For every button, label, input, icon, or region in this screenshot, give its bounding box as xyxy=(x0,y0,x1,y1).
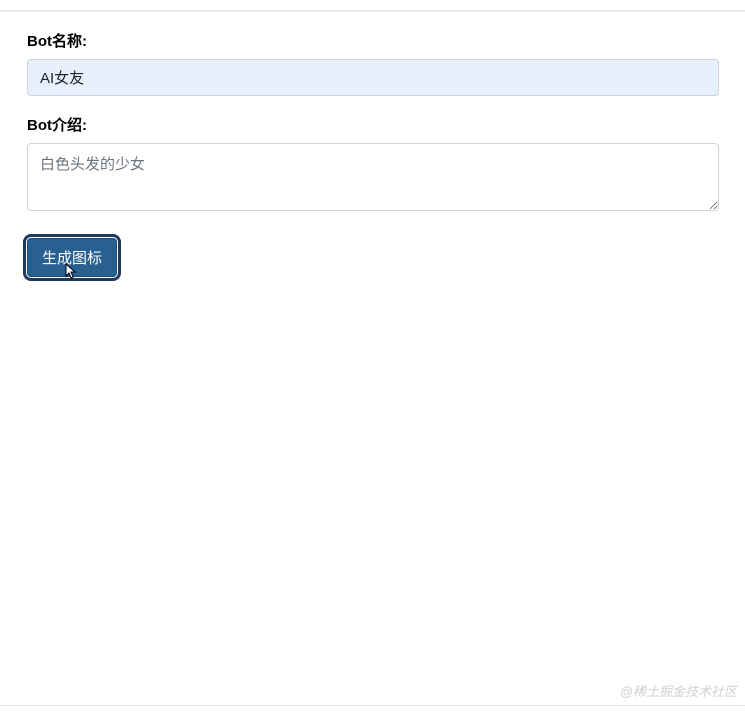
bot-intro-label: Bot介绍: xyxy=(27,114,719,135)
form-container: Bot名称: Bot介绍: 生成图标 xyxy=(0,12,745,277)
bot-name-input[interactable] xyxy=(27,59,719,96)
watermark-text: @稀土掘金技术社区 xyxy=(620,681,737,700)
bot-intro-textarea[interactable] xyxy=(27,143,719,211)
bot-name-label: Bot名称: xyxy=(27,30,719,51)
generate-icon-button[interactable]: 生成图标 xyxy=(27,238,117,277)
